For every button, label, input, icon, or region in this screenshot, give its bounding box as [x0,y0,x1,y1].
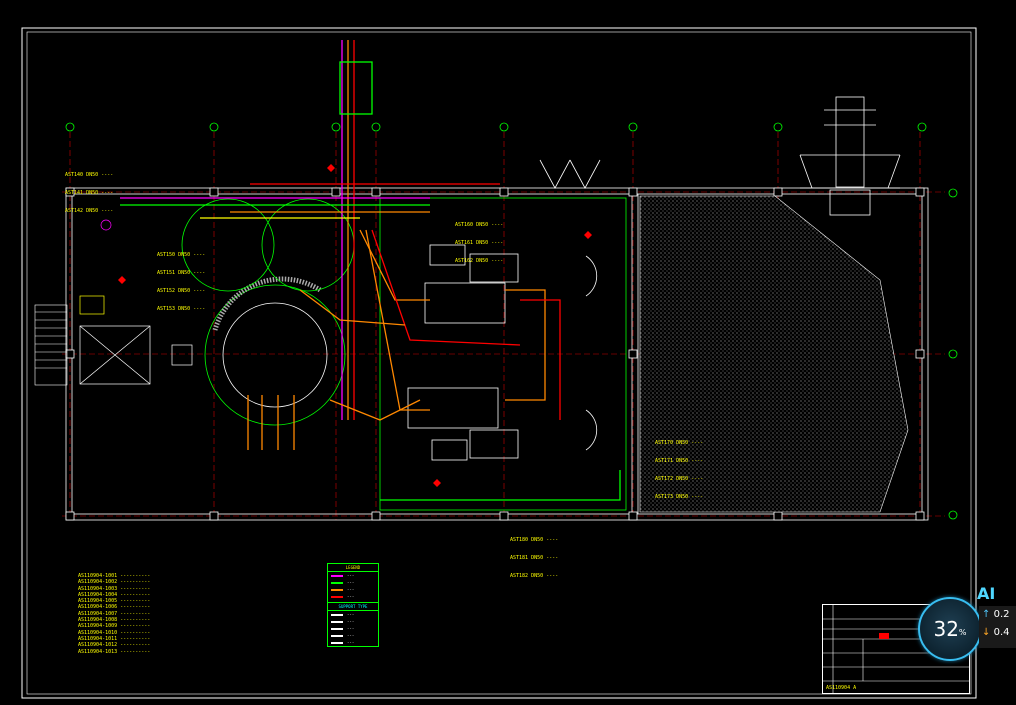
tag: AST182 DN50 ---- [510,573,559,579]
tag: AST180 DN50 ---- [510,537,559,543]
drawing-id: AS110904 A [826,685,857,691]
legend-label: --- [347,580,355,585]
legend-table: LEGEND --- --- --- --- SUPPORT TYPE --- … [327,563,379,647]
performance-widget[interactable]: 32% [918,597,982,661]
legend-label: --- [347,573,355,578]
download-speed: ↓ 0.4 [979,624,1016,642]
legend-row: --- [328,593,378,600]
note-line: AS110904-1013 ---------- [78,648,151,655]
legend-row: --- [328,632,378,639]
upload-value: 0.2 [993,609,1010,620]
legend-row: --- [328,579,378,586]
legend-row: --- [328,572,378,579]
legend-label: --- [347,594,355,599]
tag: AST171 DN50 ---- [655,458,704,464]
download-value: 0.4 [993,627,1010,638]
tag: AST141 DN50 ---- [65,190,114,196]
legend-row: --- [328,618,378,625]
upload-speed: ↑ 0.2 [979,606,1016,624]
legend-row: --- [328,625,378,632]
widget-unit: % [958,627,967,637]
legend-row: --- [328,611,378,618]
tag-group-right: AST170 DN50 ---- AST171 DN50 ---- AST172… [655,428,703,506]
legend-label: --- [347,626,355,631]
upload-arrow-icon: ↑ [982,609,991,620]
legend-subtitle: SUPPORT TYPE [328,602,378,611]
tag: AST142 DN50 ---- [65,208,114,214]
tag: AST172 DN50 ---- [655,476,704,482]
external-structure-top [799,96,901,216]
legend-label: --- [347,612,355,617]
note-line: AS110904-1012 ---------- [78,642,151,649]
tag: AST173 DN50 ---- [655,494,704,500]
legend-title: LEGEND [328,564,378,572]
tag: AST161 DN50 ---- [455,240,504,246]
note-line: AS110904-1002 ---------- [78,579,151,586]
tag: AST152 DN50 ---- [157,288,206,294]
drawing-notes: AS110904-1001 ---------- AS110904-1002 -… [78,573,150,655]
left-stair [34,304,68,386]
legend-label: --- [347,633,355,638]
tag: AST170 DN50 ---- [655,440,704,446]
tag-group-mid-center: AST160 DN50 ---- AST161 DN50 ---- AST162… [455,210,503,270]
tag-group-mid-left: AST150 DN50 ---- AST151 DN50 ---- AST152… [157,240,205,318]
ai-badge[interactable]: AI [977,584,995,603]
widget-percent: 32 [933,617,959,641]
note-line: AS110904-1006 ---------- [78,604,151,611]
tag: AST181 DN50 ---- [510,555,559,561]
download-arrow-icon: ↓ [982,627,991,638]
tag: AST151 DN50 ---- [157,270,206,276]
tag: AST150 DN50 ---- [157,252,206,258]
legend-label: --- [347,587,355,592]
tag: AST153 DN50 ---- [157,306,206,312]
note-line: AS110904-1003 ---------- [78,585,151,592]
tag: AST160 DN50 ---- [455,222,504,228]
note-line: AS110904-1009 ---------- [78,623,151,630]
network-speed-panel: ↑ 0.2 ↓ 0.4 [979,606,1016,648]
tag-group-bottom-center: AST180 DN50 ---- AST181 DN50 ---- AST182… [510,525,558,585]
tag: AST162 DN50 ---- [455,258,504,264]
tag-group-top-left: AST140 DN50 ---- AST141 DN50 ---- AST142… [65,160,113,220]
legend-row: --- [328,639,378,646]
legend-row: --- [328,586,378,593]
tag: AST140 DN50 ---- [65,172,114,178]
legend-label: --- [347,619,355,624]
cad-drawing-canvas[interactable] [0,0,1016,705]
circular-tank-area [181,198,355,426]
legend-label: --- [347,640,355,645]
